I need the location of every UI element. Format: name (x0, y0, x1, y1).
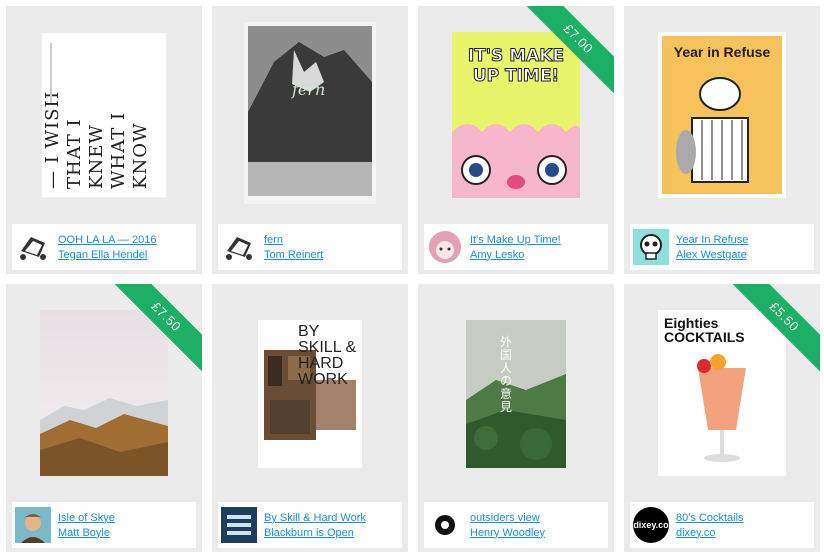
cover-image[interactable]: fern (244, 22, 376, 204)
publication-title-link[interactable]: By Skill & Hard Work (264, 512, 366, 524)
cover-title: IT'S MAKE UP TIME! (467, 46, 565, 87)
avatar-person-icon (15, 507, 51, 543)
avatar-illustration-icon (15, 229, 51, 265)
card-isle-of-skye[interactable]: £7.50 Isle of Skye Matt Boyle (6, 284, 202, 552)
publication-title-link[interactable]: It's Make Up Time! (470, 234, 561, 246)
mountain-photo (244, 22, 376, 204)
card-by-skill-hard-work[interactable]: BY SKILL & HARD WORK By Skill & Hard Wor… (212, 284, 408, 552)
card-info: By Skill & Hard Work Blackburn is Open (218, 502, 402, 548)
publication-title-link[interactable]: Year In Refuse (676, 234, 748, 246)
cover-image[interactable]: IT'S MAKE UP TIME! (452, 32, 580, 198)
author-link[interactable]: Tom Reinert (264, 249, 323, 261)
card-make-up-time[interactable]: IT'S MAKE UP TIME! £7.00 It's Make Up Ti… (418, 6, 614, 274)
cover-image[interactable]: — I WISH THAT I KNEW WHAT I KNOW (41, 32, 167, 198)
cover-title: Year in Refuse (673, 44, 771, 60)
author-link[interactable]: Amy Lesko (470, 249, 561, 261)
publication-title-link[interactable]: 80's Cocktails (676, 512, 744, 524)
cover-area[interactable]: fern (212, 6, 408, 224)
avatar[interactable] (633, 229, 669, 265)
cover-area[interactable]: — I WISH THAT I KNEW WHAT I KNOW (6, 6, 202, 224)
card-year-in-refuse[interactable]: Year in Refuse Year In Refuse Alex Westg… (624, 6, 820, 274)
cover-title: BY SKILL & HARD WORK (298, 323, 357, 388)
avatar-illustration-icon (221, 229, 257, 265)
publication-title-link[interactable]: fern (264, 234, 323, 246)
card-outsiders-view[interactable]: 外国人の意見 outsiders view Henry Woodley (418, 284, 614, 552)
forest-photo (466, 320, 566, 468)
author-link[interactable]: Tegan Ella Hendel (58, 249, 156, 261)
publication-title-link[interactable]: OOH LA LA — 2016 (58, 234, 156, 246)
publication-title-link[interactable]: Isle of Skye (58, 512, 115, 524)
avatar[interactable]: dixey.co (633, 507, 669, 543)
cover-text: — I WISH THAT I KNEW WHAT I KNOW (42, 90, 151, 189)
card-info: dixey.co 80's Cocktails dixey.co (630, 502, 814, 548)
dixey-logo-icon: dixey.co (633, 507, 669, 543)
author-link[interactable]: Matt Boyle (58, 527, 115, 539)
card-80s-cocktails[interactable]: Eighties COCKTAILS £5.50 dixey.co 80's C… (624, 284, 820, 552)
cover-image[interactable]: BY SKILL & HARD WORK (258, 320, 362, 468)
cover-title: fern (292, 80, 326, 99)
author-link[interactable]: Henry Woodley (470, 527, 545, 539)
avatar-skill-logo-icon (221, 507, 257, 543)
author-link[interactable]: dixey.co (676, 527, 744, 539)
card-fern[interactable]: fern fern Tom Reinert (212, 6, 408, 274)
cover-image[interactable]: Year in Refuse (658, 32, 786, 198)
avatar-girl-icon (427, 229, 463, 265)
cover-area[interactable]: 外国人の意見 (418, 284, 614, 502)
avatar[interactable] (15, 229, 51, 265)
card-info: It's Make Up Time! Amy Lesko (424, 224, 608, 270)
card-info: OOH LA LA — 2016 Tegan Ella Hendel (12, 224, 196, 270)
publication-title-link[interactable]: outsiders view (470, 512, 545, 524)
card-info: fern Tom Reinert (218, 224, 402, 270)
avatar-skull-icon (633, 229, 669, 265)
author-link[interactable]: Alex Westgate (676, 249, 748, 261)
publication-grid: — I WISH THAT I KNEW WHAT I KNOW OOH LA … (0, 0, 824, 558)
avatar-logo-icon (427, 507, 463, 543)
avatar[interactable] (221, 507, 257, 543)
avatar[interactable] (221, 229, 257, 265)
cover-title: Eighties COCKTAILS (664, 315, 745, 345)
card-info: Isle of Skye Matt Boyle (12, 502, 196, 548)
avatar[interactable] (15, 507, 51, 543)
card-info: outsiders view Henry Woodley (424, 502, 608, 548)
author-link[interactable]: Blackburn is Open (264, 527, 366, 539)
cover-title: 外国人の意見 (500, 335, 513, 414)
card-ooh-la-la[interactable]: — I WISH THAT I KNEW WHAT I KNOW OOH LA … (6, 6, 202, 274)
cover-area[interactable]: BY SKILL & HARD WORK (212, 284, 408, 502)
cover-area[interactable]: Year in Refuse (624, 6, 820, 224)
avatar[interactable] (427, 507, 463, 543)
cover-image[interactable]: 外国人の意見 (466, 320, 566, 468)
cover-image[interactable]: Eighties COCKTAILS (658, 310, 786, 476)
cover-image[interactable] (40, 310, 168, 476)
avatar[interactable] (427, 229, 463, 265)
cover-line (50, 43, 52, 103)
landscape-photo (40, 310, 168, 476)
card-info: Year In Refuse Alex Westgate (630, 224, 814, 270)
